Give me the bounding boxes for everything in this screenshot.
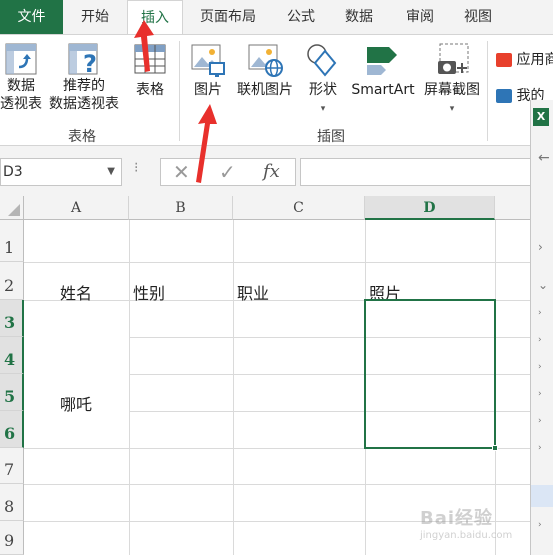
svg-text:?: ? xyxy=(83,50,97,77)
side-pane: X ← › ⌄ › › › › › › › xyxy=(530,100,553,555)
select-all-button[interactable] xyxy=(0,196,24,220)
column-header-c[interactable]: C xyxy=(233,196,365,220)
pivot-table-label-2: 透视表 xyxy=(0,96,42,112)
illustrations-group-label: 插图 xyxy=(317,129,345,145)
name-box-value: D3 xyxy=(3,164,23,180)
excel-app-icon: X xyxy=(533,108,549,126)
row-header-5[interactable]: 5 xyxy=(0,374,24,411)
shapes-dropdown-icon[interactable]: ▾ xyxy=(321,104,326,114)
tab-page-layout[interactable]: 页面布局 xyxy=(192,0,264,34)
enter-icon[interactable]: ✓ xyxy=(219,159,236,185)
watermark-brand: Bai经验 xyxy=(420,508,494,529)
tab-home[interactable]: 开始 xyxy=(72,0,118,34)
watermark-site: jingyan.baidu.com xyxy=(420,530,513,541)
my-apps-icon xyxy=(496,89,512,103)
screenshot-button[interactable]: 屏幕截图 ▾ xyxy=(420,41,484,115)
tab-formulas[interactable]: 公式 xyxy=(278,0,324,34)
ribbon-tab-bar: 文件 开始 插入 页面布局 公式 数据 审阅 视图 xyxy=(0,0,553,35)
row-header-3[interactable]: 3 xyxy=(0,300,24,337)
row-header-8[interactable]: 8 xyxy=(0,484,24,521)
online-pictures-label: 联机图片 xyxy=(237,82,293,98)
smartart-button[interactable]: SmartArt xyxy=(348,41,418,99)
shapes-icon xyxy=(307,44,337,77)
screenshot-label: 屏幕截图 xyxy=(424,82,480,98)
store-button[interactable]: 应用商 xyxy=(496,49,553,69)
smartart-label: SmartArt xyxy=(351,82,415,98)
row-header-2[interactable]: 2 xyxy=(0,262,24,300)
recommended-pivot-icon: ? xyxy=(68,43,98,77)
column-header-a[interactable]: A xyxy=(24,196,129,220)
column-header-e[interactable] xyxy=(495,196,530,220)
online-picture-icon xyxy=(248,44,283,77)
picture-icon xyxy=(191,44,225,77)
pivot-table-button[interactable]: 数据 透视表 xyxy=(0,41,46,113)
name-box-dropdown-icon[interactable]: ▼ xyxy=(107,159,115,185)
gridline xyxy=(233,220,234,555)
formula-buttons: ✕ ✓ fx xyxy=(160,158,296,186)
pivot-table-label-1: 数据 xyxy=(7,78,35,94)
row-header-6[interactable]: 6 xyxy=(0,411,24,448)
store-label: 应用商 xyxy=(516,52,553,68)
column-header-d[interactable]: D xyxy=(365,196,495,220)
expand-icon[interactable]: › xyxy=(538,443,542,453)
cancel-icon[interactable]: ✕ xyxy=(173,159,190,185)
tab-data[interactable]: 数据 xyxy=(336,0,382,34)
expand-icon[interactable]: › xyxy=(538,416,542,426)
tables-group-label: 表格 xyxy=(68,129,96,145)
formula-input[interactable] xyxy=(300,158,553,186)
formula-bar: D3 ▼ ⁝ ✕ ✓ fx xyxy=(0,146,553,196)
row-header-4[interactable]: 4 xyxy=(0,337,24,374)
expand-icon[interactable]: › xyxy=(538,362,542,372)
fill-handle[interactable] xyxy=(492,445,498,451)
store-icon xyxy=(496,53,512,67)
group-separator xyxy=(179,41,180,141)
pictures-label: 图片 xyxy=(194,82,222,98)
shapes-label: 形状 xyxy=(309,82,337,98)
chevron-down-icon[interactable]: ⌄ xyxy=(538,278,548,292)
recommended-pivot-label-2: 数据透视表 xyxy=(49,96,119,112)
formula-bar-grip-icon[interactable]: ⁝ xyxy=(134,160,138,176)
gridline xyxy=(24,262,530,263)
name-box[interactable]: D3 ▼ xyxy=(0,158,122,186)
annotation-arrow-insert-tab xyxy=(134,20,154,72)
gridline xyxy=(129,220,130,555)
watermark: Bai经验 jingyan.baidu.com xyxy=(420,504,512,541)
recommended-pivot-button[interactable]: ? 推荐的 数据透视表 xyxy=(46,41,122,113)
tab-file[interactable]: 文件 xyxy=(0,0,63,34)
pivot-table-icon xyxy=(5,43,37,75)
insert-function-button[interactable]: fx xyxy=(263,159,280,185)
chevron-right-icon[interactable]: › xyxy=(538,240,543,254)
screenshot-dropdown-icon[interactable]: ▾ xyxy=(450,104,455,114)
tab-review[interactable]: 审阅 xyxy=(397,0,443,34)
row-header-9[interactable]: 9 xyxy=(0,521,24,555)
worksheet-grid: A B C D 1 2 3 4 5 6 7 8 9 姓名 性别 职业 照片 哪吒 xyxy=(0,196,530,555)
expand-icon[interactable]: › xyxy=(538,520,542,530)
online-pictures-button[interactable]: 联机图片 xyxy=(234,41,296,99)
shapes-button[interactable]: 形状 ▾ xyxy=(302,41,344,115)
cell-a2[interactable]: 姓名 xyxy=(60,280,92,304)
pictures-button[interactable]: 图片 xyxy=(186,41,230,99)
expand-icon[interactable]: › xyxy=(538,335,542,345)
recommended-pivot-label-1: 推荐的 xyxy=(63,78,105,94)
cell-b2[interactable]: 性别 xyxy=(133,280,165,304)
selected-cell-d3[interactable] xyxy=(364,299,496,449)
tab-view[interactable]: 视图 xyxy=(455,0,501,34)
gridline xyxy=(24,484,530,485)
table-label: 表格 xyxy=(136,82,164,98)
smartart-icon xyxy=(367,47,397,75)
cell-a5[interactable]: 哪吒 xyxy=(60,391,92,415)
expand-icon[interactable]: › xyxy=(538,308,542,318)
group-separator xyxy=(487,41,488,141)
expand-icon[interactable]: › xyxy=(538,389,542,399)
row-header-1[interactable]: 1 xyxy=(0,220,24,262)
column-header-b[interactable]: B xyxy=(129,196,233,220)
ribbon: 数据 透视表 ? 推荐的 数据透视表 表格 表格 图片 联机图片 形状 ▾ Sm… xyxy=(0,34,553,146)
back-icon[interactable]: ← xyxy=(538,150,550,166)
annotation-arrow-pictures xyxy=(196,104,217,183)
cell-c2[interactable]: 职业 xyxy=(237,280,269,304)
highlighted-item[interactable] xyxy=(531,485,553,507)
screenshot-icon xyxy=(438,43,469,74)
row-header-7[interactable]: 7 xyxy=(0,448,24,484)
